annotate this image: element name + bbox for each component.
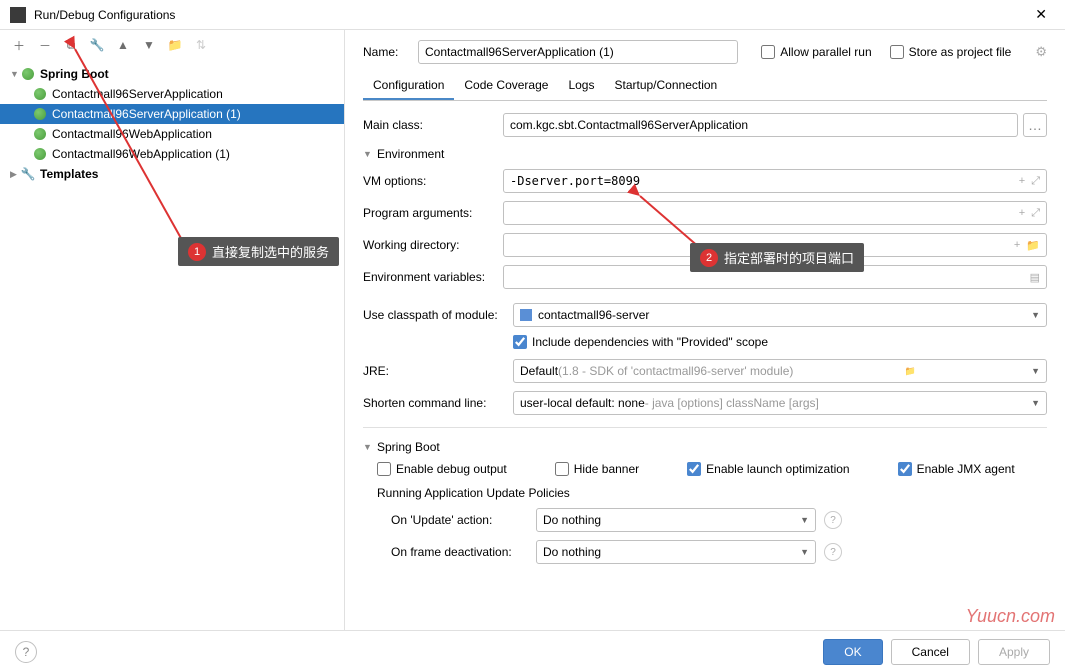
up-icon[interactable]: ▲ xyxy=(114,36,132,54)
launch-opt-checkbox[interactable]: Enable launch optimization xyxy=(687,462,849,476)
app-icon xyxy=(10,7,26,23)
titlebar: Run/Debug Configurations ✕ xyxy=(0,0,1065,30)
args-input[interactable]: +⤢ xyxy=(503,201,1047,225)
gear-icon[interactable]: ⚙ xyxy=(1035,44,1047,60)
hide-banner-checkbox[interactable]: Hide banner xyxy=(555,462,639,476)
frame-deact-dropdown[interactable]: Do nothing▼ xyxy=(536,540,816,564)
expand-icon[interactable]: ⤢ xyxy=(1031,207,1040,220)
list-icon[interactable]: ▤ xyxy=(1030,271,1040,284)
ok-button[interactable]: OK xyxy=(823,639,882,665)
workdir-label: Working directory: xyxy=(363,238,503,252)
cancel-button[interactable]: Cancel xyxy=(891,639,970,665)
tab-coverage[interactable]: Code Coverage xyxy=(454,72,558,100)
include-deps-checkbox[interactable]: Include dependencies with "Provided" sco… xyxy=(513,335,1029,349)
config-tree: ▼ Spring Boot Contactmall96ServerApplica… xyxy=(0,60,344,630)
expand-icon[interactable]: ⤢ xyxy=(1031,175,1040,188)
update-action-dropdown[interactable]: Do nothing▼ xyxy=(536,508,816,532)
wrench-icon[interactable]: 🔧 xyxy=(88,36,106,54)
vm-options-label: VM options: xyxy=(363,174,503,188)
springboot-section-header[interactable]: ▼Spring Boot xyxy=(363,440,1047,454)
vm-options-input[interactable]: -Dserver.port=8099+⤢ xyxy=(503,169,1047,193)
tree-templates[interactable]: ▶🔧 Templates xyxy=(0,164,344,184)
window-title: Run/Debug Configurations xyxy=(34,8,1027,22)
update-action-label: On 'Update' action: xyxy=(391,513,536,527)
env-section-header[interactable]: ▼Environment xyxy=(363,147,1047,161)
jmx-agent-checkbox[interactable]: Enable JMX agent xyxy=(898,462,1015,476)
main-class-label: Main class: xyxy=(363,118,503,132)
classpath-dropdown[interactable]: contactmall96-server▼ xyxy=(513,303,1047,327)
watermark: Yuucn.com xyxy=(966,606,1055,627)
tab-startup[interactable]: Startup/Connection xyxy=(604,72,727,100)
down-icon[interactable]: ▼ xyxy=(140,36,158,54)
tab-configuration[interactable]: Configuration xyxy=(363,72,454,100)
close-icon[interactable]: ✕ xyxy=(1027,2,1055,27)
debug-output-checkbox[interactable]: Enable debug output xyxy=(377,462,507,476)
tabs: Configuration Code Coverage Logs Startup… xyxy=(363,72,1047,101)
browse-main-class-button[interactable]: … xyxy=(1023,113,1047,137)
tree-item[interactable]: Contactmall96WebApplication xyxy=(0,124,344,144)
add-small-icon[interactable]: + xyxy=(1014,239,1020,252)
main-class-input[interactable] xyxy=(503,113,1018,137)
annotation-2: 2指定部署时的项目端口 xyxy=(690,243,864,272)
tree-spring-boot[interactable]: ▼ Spring Boot xyxy=(0,64,344,84)
help-icon[interactable]: ? xyxy=(824,543,842,561)
apply-button[interactable]: Apply xyxy=(978,639,1050,665)
add-icon[interactable]: ＋ xyxy=(10,36,28,54)
add-small-icon[interactable]: + xyxy=(1019,207,1025,220)
jre-label: JRE: xyxy=(363,364,513,378)
content-panel: Name: Allow parallel run Store as projec… xyxy=(345,30,1065,630)
name-label: Name: xyxy=(363,45,418,59)
remove-icon[interactable]: － xyxy=(36,36,54,54)
tree-item-selected[interactable]: Contactmall96ServerApplication (1) xyxy=(0,104,344,124)
name-input[interactable] xyxy=(418,40,738,64)
module-icon xyxy=(520,309,532,321)
annotation-1: 1直接复制选中的服务 xyxy=(178,237,339,266)
classpath-label: Use classpath of module: xyxy=(363,308,513,322)
sort-icon[interactable]: ⇅ xyxy=(192,36,210,54)
sidebar-toolbar: ＋ － ⧉ 🔧 ▲ ▼ 📁 ⇅ xyxy=(0,30,344,60)
envvar-label: Environment variables: xyxy=(363,270,503,284)
add-small-icon[interactable]: + xyxy=(1019,175,1025,188)
help-icon[interactable]: ? xyxy=(824,511,842,529)
shorten-label: Shorten command line: xyxy=(363,396,513,410)
store-project-checkbox[interactable]: Store as project file xyxy=(890,45,1012,59)
args-label: Program arguments: xyxy=(363,206,503,220)
copy-icon[interactable]: ⧉ xyxy=(62,36,80,54)
folder-small-icon[interactable]: 📁 xyxy=(1026,239,1040,252)
tab-logs[interactable]: Logs xyxy=(558,72,604,100)
tree-item[interactable]: Contactmall96ServerApplication xyxy=(0,84,344,104)
footer: ? OK Cancel Apply xyxy=(0,630,1065,672)
jre-dropdown[interactable]: Default (1.8 - SDK of 'contactmall96-ser… xyxy=(513,359,1047,383)
sidebar: ＋ － ⧉ 🔧 ▲ ▼ 📁 ⇅ ▼ Spring Boot Contactmal… xyxy=(0,30,345,630)
help-button[interactable]: ? xyxy=(15,641,37,663)
policies-label: Running Application Update Policies xyxy=(363,486,1047,500)
folder-icon[interactable]: 📁 xyxy=(166,36,184,54)
frame-deact-label: On frame deactivation: xyxy=(391,545,536,559)
allow-parallel-checkbox[interactable]: Allow parallel run xyxy=(761,45,871,59)
shorten-dropdown[interactable]: user-local default: none - java [options… xyxy=(513,391,1047,415)
tree-item[interactable]: Contactmall96WebApplication (1) xyxy=(0,144,344,164)
